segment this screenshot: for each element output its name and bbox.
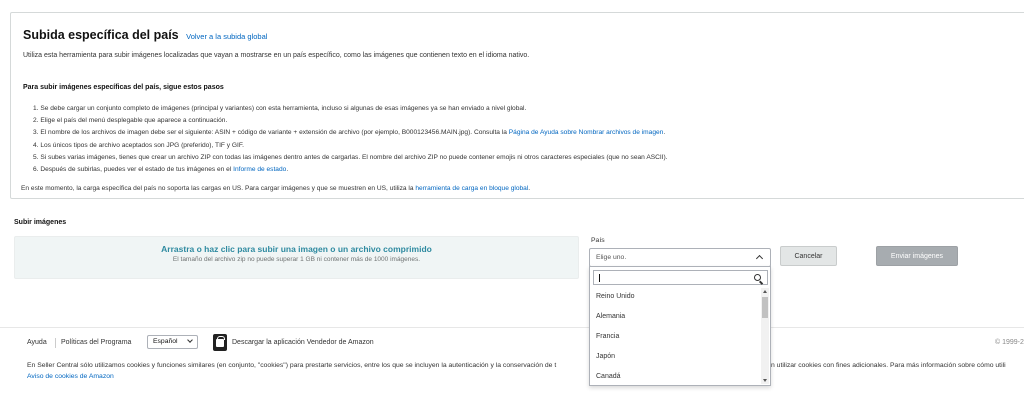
scroll-up-arrow-icon[interactable] <box>763 290 767 293</box>
copyright-text: © 1999-2 <box>995 339 1024 346</box>
dropdown-scrollbar[interactable] <box>761 288 769 384</box>
country-label: País <box>591 237 605 244</box>
submit-images-button[interactable]: Enviar imágenes <box>876 246 958 266</box>
step-item: 5. Si subes varias imágenes, tienes que … <box>33 153 668 161</box>
country-option[interactable]: Japón <box>590 347 762 367</box>
image-naming-help-link[interactable]: Página de Ayuda sobre Nombrar archivos d… <box>509 129 664 136</box>
step-item: 4. Los únicos tipos de archivo aceptados… <box>33 141 244 149</box>
language-value: Español <box>153 338 178 345</box>
language-select[interactable]: Español <box>147 335 198 349</box>
search-icon <box>754 274 761 281</box>
country-option[interactable]: Francia <box>590 327 762 347</box>
shopping-bag-icon[interactable] <box>213 334 227 351</box>
footer-divider <box>0 327 1024 328</box>
dropzone-size-hint: El tamaño del archivo zip no puede super… <box>172 256 421 263</box>
country-select-value: Elige uno. <box>596 254 627 261</box>
intro-text: Utiliza esta herramienta para subir imág… <box>23 52 530 59</box>
cookie-notice-left: En Seller Central sólo utilizamos cookie… <box>27 362 557 369</box>
chevron-up-icon <box>755 254 764 263</box>
app-download-link[interactable]: Descargar la aplicación Vendedor de Amaz… <box>232 339 374 346</box>
step-item: 2. Elige el país del menú desplegable qu… <box>33 117 228 125</box>
steps-list: 1. Se debe cargar un conjunto completo d… <box>33 103 668 176</box>
cookie-notice-link[interactable]: Aviso de cookies de Amazon <box>27 373 114 380</box>
country-search-input[interactable] <box>593 270 768 285</box>
country-upload-info-panel: Subida específica del país Volver a la s… <box>10 12 1024 199</box>
country-option[interactable]: Reino Unido <box>590 287 762 307</box>
cancel-button[interactable]: Cancelar <box>780 246 837 266</box>
back-to-global-upload-link[interactable]: Volver a la subida global <box>186 32 267 41</box>
country-options-list: Reino Unido Alemania Francia Japón Canad… <box>590 287 762 387</box>
step-item: 3. El nombre de los archivos de imagen d… <box>33 129 666 137</box>
chevron-down-icon <box>187 337 193 343</box>
text-cursor <box>599 274 600 282</box>
step-item: 6. Después de subirlas, puedes ver el es… <box>33 165 289 173</box>
country-option[interactable]: Alemania <box>590 307 762 327</box>
cookie-notice-right: n utilizar cookies con fines adicionales… <box>771 362 1006 369</box>
scrollbar-thumb[interactable] <box>762 297 768 318</box>
upload-section-heading: Subir imágenes <box>14 219 67 226</box>
page-title-text: Subida específica del país <box>23 28 179 42</box>
us-note: En este momento, la carga específica del… <box>21 185 531 192</box>
scroll-down-arrow-icon[interactable] <box>763 379 767 382</box>
footer-separator <box>55 338 56 348</box>
global-bulk-upload-link[interactable]: herramienta de carga en bloque global <box>415 185 528 192</box>
country-option[interactable]: Canadá <box>590 367 762 387</box>
country-select[interactable]: Elige uno. <box>589 248 771 267</box>
page-title: Subida específica del país Volver a la s… <box>23 28 267 42</box>
dropzone-main-text: Arrastra o haz clic para subir una image… <box>161 244 432 254</box>
file-dropzone[interactable]: Arrastra o haz clic para subir una image… <box>14 236 579 279</box>
steps-heading: Para subir imágenes específicas del país… <box>23 84 224 91</box>
country-dropdown: Reino Unido Alemania Francia Japón Canad… <box>589 266 771 386</box>
footer-policies-link[interactable]: Políticas del Programa <box>61 339 131 346</box>
step-item: 1. Se debe cargar un conjunto completo d… <box>33 105 527 112</box>
status-report-link[interactable]: Informe de estado <box>233 166 286 173</box>
footer-help-link[interactable]: Ayuda <box>27 339 47 346</box>
